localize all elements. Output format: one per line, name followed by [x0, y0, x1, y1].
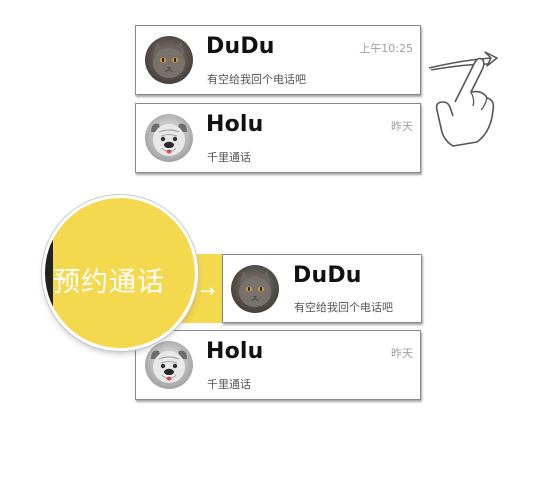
- contact-name: DuDu: [206, 34, 275, 59]
- bulldog-avatar: [145, 114, 193, 162]
- last-message: 有空给我回个电话吧: [294, 301, 393, 314]
- contact-name: DuDu: [293, 263, 362, 288]
- conversation-item-holu[interactable]: Holu 千里通话 昨天: [135, 103, 421, 173]
- message-time: 昨天: [391, 120, 413, 133]
- zoom-magnifier: 预约通话 →: [45, 198, 195, 348]
- conversation-item-dudu[interactable]: DuDu 有空给我回个电话吧 上午10:25: [135, 25, 421, 95]
- contact-name: Holu: [206, 339, 264, 364]
- last-message: 千里通话: [207, 378, 251, 391]
- last-message: 千里通话: [207, 151, 251, 164]
- message-time: 上午10:25: [359, 42, 413, 55]
- bulldog-avatar: [145, 341, 193, 389]
- message-time: 昨天: [391, 347, 413, 360]
- cat-avatar: [145, 36, 193, 84]
- last-message: 有空给我回个电话吧: [207, 73, 306, 86]
- conversation-item-holu-bottom[interactable]: Holu 千里通话 昨天: [135, 330, 421, 400]
- conversation-item-dudu-swiped[interactable]: DuDu 有空给我回个电话吧: [222, 254, 422, 323]
- arrow-right-icon: →: [200, 281, 216, 302]
- cat-avatar: [231, 265, 279, 313]
- contact-name: Holu: [206, 112, 264, 137]
- swipe-hand-icon: [425, 50, 505, 154]
- schedule-call-label: 预约通话: [53, 267, 165, 298]
